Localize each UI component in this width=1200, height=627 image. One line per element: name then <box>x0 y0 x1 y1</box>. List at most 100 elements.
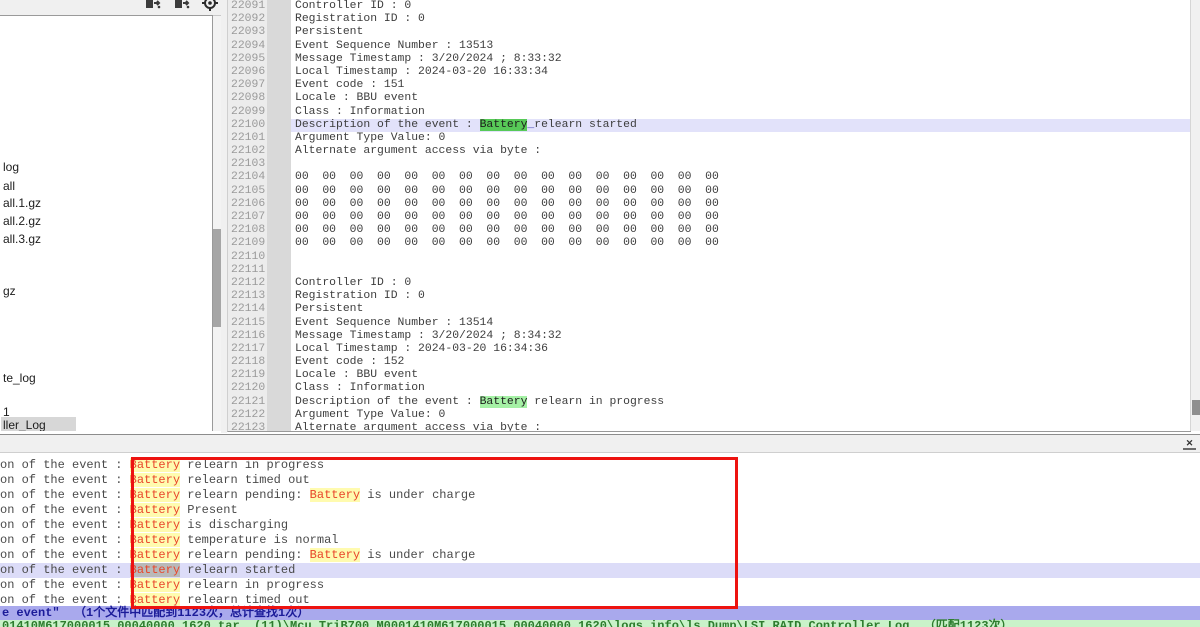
bookmark-margin <box>267 211 291 224</box>
line-text: 00 00 00 00 00 00 00 00 00 00 00 00 00 0… <box>291 185 1191 198</box>
file-tree-panel: logallall.1.gzall.2.gzall.3.gzgzte_log1l… <box>0 15 213 431</box>
bookmark-margin <box>267 26 291 39</box>
line-number: 22121 <box>228 396 267 409</box>
editor-line[interactable]: 22100Description of the event : Battery_… <box>228 119 1191 132</box>
close-results-button[interactable]: ✕ <box>1183 438 1196 450</box>
editor-line[interactable]: 2210900 00 00 00 00 00 00 00 00 00 00 00… <box>228 237 1191 250</box>
line-number: 22114 <box>228 303 267 316</box>
editor-scrollbar[interactable] <box>1190 0 1200 431</box>
editor-line[interactable]: 22123Alternate argument access via byte … <box>228 422 1191 432</box>
bookmark-margin <box>267 119 291 132</box>
sidebar-item-ller_Log[interactable]: ller_Log <box>1 417 76 431</box>
sidebar-item-log[interactable]: log <box>1 159 49 176</box>
line-text: Controller ID : 0 <box>291 0 1191 13</box>
result-match-highlight: Battery <box>130 548 180 562</box>
result-row[interactable]: on of the event : Battery is discharging <box>0 518 1200 533</box>
editor-line[interactable]: 22102Alternate argument access via byte … <box>228 145 1191 158</box>
editor-line[interactable]: 2210400 00 00 00 00 00 00 00 00 00 00 00… <box>228 171 1191 184</box>
export-log-button[interactable] <box>171 0 193 14</box>
editor-line[interactable]: 22122Argument Type Value: 0 <box>228 409 1191 422</box>
result-row[interactable]: on of the event : Battery relearn starte… <box>0 563 1200 578</box>
result-row[interactable]: on of the event : Battery temperature is… <box>0 533 1200 548</box>
bookmark-margin <box>267 66 291 79</box>
editor-line[interactable]: 22099Class : Information <box>228 106 1191 119</box>
line-number: 22123 <box>228 422 267 432</box>
editor-line[interactable]: 22119Locale : BBU event <box>228 369 1191 382</box>
editor-line[interactable]: 2210700 00 00 00 00 00 00 00 00 00 00 00… <box>228 211 1191 224</box>
result-text: on of the event : <box>0 488 130 502</box>
result-match-highlight: Battery <box>130 503 180 517</box>
line-number: 22116 <box>228 330 267 343</box>
result-match-highlight: Battery <box>130 578 180 592</box>
line-text: Local Timestamp : 2024-03-20 16:33:34 <box>291 66 1191 79</box>
sidebar-item-te_log[interactable]: te_log <box>1 370 66 387</box>
result-match-highlight: Battery <box>130 488 180 502</box>
editor-line[interactable]: 22098Locale : BBU event <box>228 92 1191 105</box>
sidebar-item-gz[interactable]: gz <box>1 283 46 300</box>
result-text: relearn in progress <box>180 578 324 592</box>
line-number: 22097 <box>228 79 267 92</box>
locate-button[interactable] <box>199 0 221 14</box>
sidebar-item-all.2.gz[interactable]: all.2.gz <box>1 213 71 230</box>
line-number: 22105 <box>228 185 267 198</box>
editor-line[interactable]: 22103 <box>228 158 1191 171</box>
bookmark-margin <box>267 369 291 382</box>
bookmark-margin <box>267 303 291 316</box>
editor-line[interactable]: 2210800 00 00 00 00 00 00 00 00 00 00 00… <box>228 224 1191 237</box>
result-row[interactable]: on of the event : Battery relearn in pro… <box>0 578 1200 593</box>
editor-line[interactable]: 22105 00 00 00 00 00 00 00 00 00 00 00 00… <box>228 185 1191 198</box>
editor-line[interactable]: 22118Event code : 152 <box>228 356 1191 369</box>
editor-line[interactable]: 22091Controller ID : 0 <box>228 0 1191 13</box>
line-text: Persistent <box>291 26 1191 39</box>
search-summary-bar[interactable]: e event" （1个文件中匹配到1123次，总计查找1次） <box>0 606 1200 620</box>
sidebar-scrollbar-thumb[interactable] <box>213 229 221 327</box>
line-number: 22120 <box>228 382 267 395</box>
result-text: relearn timed out <box>180 473 310 487</box>
results-list: on of the event : Battery relearn in pro… <box>0 458 1200 608</box>
result-row[interactable]: on of the event : Battery relearn pendin… <box>0 488 1200 503</box>
result-text: on of the event : <box>0 533 130 547</box>
sidebar-scrollbar[interactable] <box>213 15 221 431</box>
line-number: 22100 <box>228 119 267 132</box>
editor-line[interactable]: 22121 Description of the event : Battery … <box>228 396 1191 409</box>
bookmark-margin <box>267 382 291 395</box>
result-text: relearn pending: <box>180 548 310 562</box>
result-row[interactable]: on of the event : Battery relearn in pro… <box>0 458 1200 473</box>
line-text-segment: relearn in progress <box>527 396 664 408</box>
result-text: relearn started <box>180 563 295 577</box>
editor-line[interactable]: 22095Message Timestamp : 3/20/2024 ; 8:3… <box>228 53 1191 66</box>
line-text: Description of the event : Battery relea… <box>291 396 1191 409</box>
editor-line[interactable]: 22101Argument Type Value: 0 <box>228 132 1191 145</box>
sidebar-item-all.1.gz[interactable]: all.1.gz <box>1 195 71 212</box>
editor-scrollbar-thumb[interactable] <box>1192 400 1200 415</box>
editor-line[interactable]: 22113Registration ID : 0 <box>228 290 1191 303</box>
editor-line[interactable]: 22116Message Timestamp : 3/20/2024 ; 8:3… <box>228 330 1191 343</box>
result-row[interactable]: on of the event : Battery Present <box>0 503 1200 518</box>
editor-line[interactable]: 22092Registration ID : 0 <box>228 13 1191 26</box>
result-text: on of the event : <box>0 548 130 562</box>
editor-line[interactable]: 22115Event Sequence Number : 13514 <box>228 317 1191 330</box>
editor-line[interactable]: 22110 <box>228 251 1191 264</box>
editor-line[interactable]: 22114Persistent <box>228 303 1191 316</box>
sidebar-item-all.3.gz[interactable]: all.3.gz <box>1 231 71 248</box>
editor-line[interactable]: 22112Controller ID : 0 <box>228 277 1191 290</box>
editor-line[interactable]: 22111 <box>228 264 1191 277</box>
result-row[interactable]: on of the event : Battery relearn timed … <box>0 473 1200 488</box>
editor-line[interactable]: 2210600 00 00 00 00 00 00 00 00 00 00 00… <box>228 198 1191 211</box>
editor-line[interactable]: 22096Local Timestamp : 2024-03-20 16:33:… <box>228 66 1191 79</box>
result-match-highlight: Battery <box>130 458 180 472</box>
editor-line[interactable]: 22117Local Timestamp : 2024-03-20 16:34:… <box>228 343 1191 356</box>
export-log-button[interactable] <box>142 0 164 14</box>
bookmark-margin <box>267 13 291 26</box>
editor-line[interactable]: 22120Class : Information <box>228 382 1191 395</box>
log-editor[interactable]: 22091Controller ID : 022092Registration … <box>227 0 1191 432</box>
editor-line[interactable]: 22097Event code : 151 <box>228 79 1191 92</box>
line-text: Event Sequence Number : 13514 <box>291 317 1191 330</box>
editor-line[interactable]: 22094Event Sequence Number : 13513 <box>228 40 1191 53</box>
result-row[interactable]: on of the event : Battery relearn pendin… <box>0 548 1200 563</box>
bookmark-margin <box>267 224 291 237</box>
sidebar-item-all[interactable]: all <box>1 178 45 195</box>
line-number: 22113 <box>228 290 267 303</box>
editor-line[interactable]: 22093Persistent <box>228 26 1191 39</box>
result-file-path-bar[interactable]: 01410M617000015_00040000_1620.tar (11)\M… <box>0 620 1200 627</box>
